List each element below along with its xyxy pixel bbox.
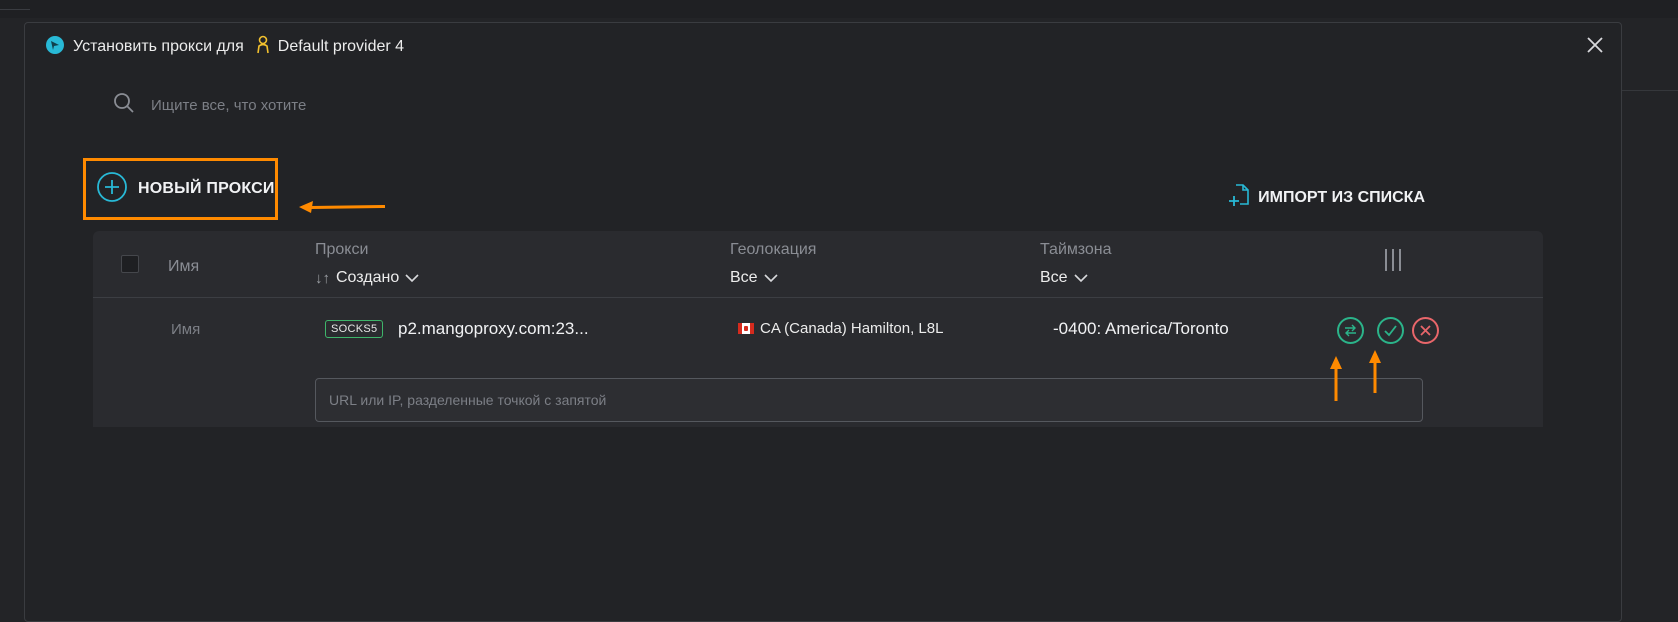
remove-icon <box>1420 325 1431 336</box>
close-icon <box>1587 37 1603 53</box>
canada-flag-icon <box>738 323 754 334</box>
column-settings-icon[interactable] <box>1385 249 1409 271</box>
geolocation-text: CA (Canada) Hamilton, L8L <box>760 320 944 337</box>
set-proxy-dialog: Установить прокси для Default provider 4 <box>24 22 1622 622</box>
geo-filter-value: Все <box>730 269 758 286</box>
search-input[interactable] <box>149 95 673 115</box>
column-header-proxy: Прокси <box>315 241 369 258</box>
dialog-title-bar: Установить прокси для Default provider 4 <box>45 35 404 59</box>
proxy-sort-value: Создано <box>336 269 400 286</box>
dialog-title: Установить прокси для <box>73 38 244 55</box>
column-geo: Геолокация Все <box>730 241 816 287</box>
proxy-name-field[interactable]: Имя <box>171 321 200 338</box>
annotation-arrow-up <box>1330 356 1342 401</box>
proxy-geolocation: CA (Canada) Hamilton, L8L <box>738 320 943 337</box>
proxy-sort-dropdown[interactable]: ↓↑ Создано <box>315 269 419 287</box>
table-row: Имя SOCKS5 p2.mangoproxy.com:23... CA (C… <box>93 298 1543 427</box>
confirm-proxy-button[interactable] <box>1377 317 1404 344</box>
column-header-timezone: Таймзона <box>1040 241 1112 258</box>
column-timezone: Таймзона Все <box>1040 241 1112 287</box>
column-header-geo: Геолокация <box>730 241 817 258</box>
chevron-down-icon <box>1074 274 1088 283</box>
timezone-filter-dropdown[interactable]: Все <box>1040 269 1112 287</box>
rotate-proxy-button[interactable] <box>1337 317 1364 344</box>
person-icon <box>256 35 270 60</box>
search-icon <box>113 92 135 119</box>
annotation-arrow-left <box>299 201 386 213</box>
new-proxy-label: НОВЫЙ ПРОКСИ <box>138 180 275 197</box>
provider-name: Default provider 4 <box>277 38 405 55</box>
import-from-list-button[interactable]: ИМПОРТ ИЗ СПИСКА <box>1228 183 1425 212</box>
url-ip-input[interactable] <box>315 378 1423 422</box>
close-button[interactable] <box>1583 33 1607 57</box>
table-header: Имя Прокси ↓↑ Создано Геолокация Все Тай… <box>93 231 1543 298</box>
chevron-down-icon <box>764 274 778 283</box>
select-all-checkbox[interactable] <box>121 255 139 273</box>
remove-proxy-button[interactable] <box>1412 317 1439 344</box>
background-bar <box>0 0 1678 18</box>
rotate-icon <box>1345 324 1356 337</box>
chevron-down-icon <box>405 274 419 283</box>
background-divider <box>1622 90 1678 91</box>
plus-circle-icon <box>96 171 128 208</box>
proxy-type-badge: SOCKS5 <box>325 320 384 338</box>
proxy-timezone: -0400: America/Toronto <box>1053 319 1229 338</box>
timezone-filter-value: Все <box>1040 269 1068 286</box>
annotation-arrow-up <box>1369 350 1381 393</box>
geo-filter-dropdown[interactable]: Все <box>730 269 816 287</box>
file-add-icon <box>1228 183 1250 212</box>
column-proxy: Прокси ↓↑ Создано <box>315 241 419 287</box>
column-header-name: Имя <box>168 258 200 275</box>
proxy-host: p2.mangoproxy.com:23... <box>398 319 589 338</box>
app-logo-icon <box>45 35 65 60</box>
search-bar <box>113 87 713 123</box>
import-label: ИМПОРТ ИЗ СПИСКА <box>1258 188 1425 206</box>
check-icon <box>1384 325 1397 337</box>
new-proxy-button[interactable]: НОВЫЙ ПРОКСИ <box>83 158 278 220</box>
sort-arrows-icon: ↓↑ <box>315 269 330 287</box>
proxy-table: Имя Прокси ↓↑ Создано Геолокация Все Тай… <box>93 231 1543 427</box>
